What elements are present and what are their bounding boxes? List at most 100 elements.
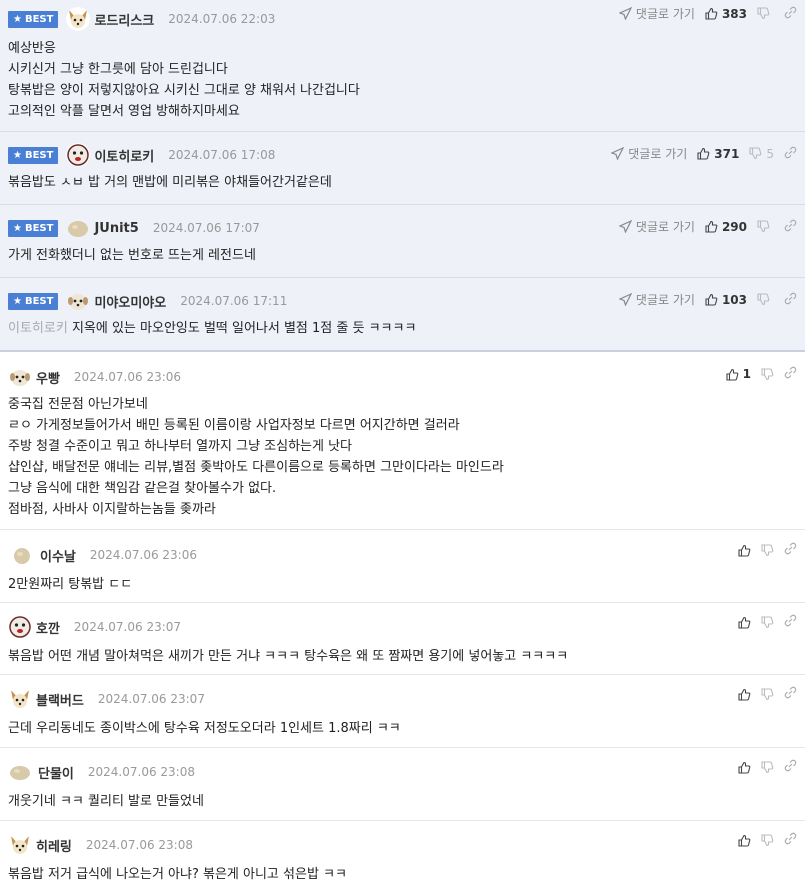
comment-actions: 댓글로 가기 290: [618, 218, 797, 235]
nickname[interactable]: 이수날: [40, 546, 76, 565]
like-button[interactable]: [738, 834, 751, 847]
comment-list: ★ BEST 로드리스크 2024.07.06 22:03 댓글로 가기 383 …: [0, 0, 805, 889]
nickname[interactable]: JUnit5: [94, 221, 138, 236]
avatar[interactable]: [8, 365, 32, 389]
thumbs-down-icon: [757, 220, 770, 233]
avatar[interactable]: [66, 216, 91, 240]
dislike-button[interactable]: [761, 615, 774, 629]
comment-actions: 댓글로 가기 371 5: [610, 145, 797, 162]
comment-actions: [738, 832, 797, 848]
avatar[interactable]: [66, 143, 91, 167]
dislike-button[interactable]: [757, 7, 774, 20]
dislike-button[interactable]: [757, 220, 774, 233]
best-comment: ★ BEST 로드리스크 2024.07.06 22:03 댓글로 가기 383 …: [0, 0, 805, 132]
like-count: 1: [742, 367, 751, 381]
nickname[interactable]: 히레링: [36, 836, 72, 855]
avatar[interactable]: [8, 760, 32, 784]
best-badge: ★ BEST: [8, 146, 59, 164]
thumbs-up-icon: [705, 7, 718, 20]
comment-text: 가게 전화했더니 없는 번호로 뜨는게 레전드네: [8, 248, 256, 263]
thumbs-down-icon: [761, 615, 774, 629]
dislike-button[interactable]: [761, 543, 774, 557]
go-to-reply-link[interactable]: 댓글로 가기: [618, 218, 695, 235]
send-icon: [618, 292, 633, 307]
send-icon: [610, 146, 625, 161]
like-button[interactable]: [738, 761, 751, 774]
best-badge: ★ BEST: [8, 219, 59, 237]
nickname[interactable]: 로드리스크: [94, 10, 154, 29]
comment-text: 근데 우리동네도 종이박스에 탕수육 저정도오더라 1인세트 1.8짜리 ㅋㅋ: [8, 721, 401, 736]
link-icon[interactable]: [784, 219, 797, 235]
like-button[interactable]: 371: [697, 147, 739, 161]
like-count: 371: [714, 146, 740, 161]
best-comment: ★ BEST 이토히로키 2024.07.06 17:08 댓글로 가기 371 …: [0, 132, 805, 205]
avatar[interactable]: [66, 7, 91, 31]
like-button[interactable]: [738, 688, 751, 701]
dislike-count: 5: [766, 146, 774, 161]
thumbs-down-icon: [761, 687, 774, 701]
comment-text: 볶음밥 어떤 개념 말아쳐먹은 새끼가 만든 거냐 ㅋㅋㅋ 탕수육은 왜 또 짬…: [8, 649, 569, 664]
avatar[interactable]: [8, 687, 32, 711]
dislike-button[interactable]: 5: [749, 147, 774, 161]
thumbs-up-icon: [705, 293, 718, 306]
link-icon[interactable]: [784, 759, 797, 775]
send-icon: [618, 219, 633, 234]
nickname[interactable]: 블랙버드: [36, 690, 84, 709]
nickname[interactable]: 단물이: [38, 763, 74, 782]
link-icon[interactable]: [784, 614, 797, 630]
nickname[interactable]: 우빵: [36, 368, 60, 387]
go-to-reply-link[interactable]: 댓글로 가기: [618, 291, 695, 308]
like-button[interactable]: 1: [726, 367, 751, 381]
avatar[interactable]: [8, 833, 32, 857]
link-icon[interactable]: [784, 6, 797, 22]
timestamp: 2024.07.06 23:06: [89, 548, 197, 562]
go-to-reply-link[interactable]: 댓글로 가기: [618, 5, 695, 22]
thumbs-up-icon: [738, 616, 751, 629]
nickname[interactable]: 호깐: [36, 618, 60, 637]
thumbs-up-icon: [697, 147, 710, 160]
dislike-button[interactable]: [761, 833, 774, 847]
like-button[interactable]: 290: [705, 220, 747, 234]
dislike-button[interactable]: [761, 687, 774, 701]
nickname[interactable]: 이토히로키: [94, 146, 154, 165]
mention-link[interactable]: 이토히로키: [8, 321, 68, 336]
link-icon[interactable]: [784, 542, 797, 558]
timestamp: 2024.07.06 17:11: [180, 294, 288, 308]
link-icon[interactable]: [784, 366, 797, 382]
link-icon[interactable]: [784, 832, 797, 848]
like-button[interactable]: 383: [705, 7, 747, 21]
dislike-button[interactable]: [761, 760, 774, 774]
timestamp: 2024.07.06 17:07: [152, 221, 260, 235]
comment: 우빵 2024.07.06 23:06 1 중국집 전문점 아닌가보네 ㄹㅇ 가…: [0, 352, 805, 530]
thumbs-up-icon: [738, 761, 751, 774]
timestamp: 2024.07.06 23:07: [97, 692, 205, 706]
dislike-button[interactable]: [761, 367, 774, 381]
dislike-button[interactable]: [757, 293, 774, 306]
thumbs-down-icon: [761, 833, 774, 847]
timestamp: 2024.07.06 22:03: [168, 12, 276, 26]
like-button[interactable]: [738, 544, 751, 557]
like-button[interactable]: 103: [705, 293, 747, 307]
nickname[interactable]: 미야오미야오: [94, 292, 166, 311]
comment-actions: [738, 614, 797, 630]
thumbs-down-icon: [749, 147, 762, 160]
avatar[interactable]: [66, 289, 91, 313]
link-icon[interactable]: [784, 146, 797, 162]
comment-actions: 댓글로 가기 383: [618, 5, 797, 22]
go-to-reply-link[interactable]: 댓글로 가기: [610, 145, 687, 162]
best-badge: ★ BEST: [8, 292, 59, 310]
avatar[interactable]: [10, 543, 30, 567]
link-icon[interactable]: [784, 686, 797, 702]
comment-text: 이토히로키 지옥에 있는 마오안잉도 벌떡 일어나서 별점 1점 줄 듯 ㅋㅋㅋ…: [8, 321, 417, 336]
thumbs-up-icon: [738, 688, 751, 701]
avatar[interactable]: [8, 615, 32, 639]
thumbs-down-icon: [757, 7, 770, 20]
best-comment: ★ BEST JUnit5 2024.07.06 17:07 댓글로 가기 290…: [0, 205, 805, 278]
timestamp: 2024.07.06 23:08: [87, 765, 195, 779]
thumbs-down-icon: [761, 543, 774, 557]
comment: 호깐 2024.07.06 23:07 볶음밥 어떤 개념 말아쳐먹은 새끼가 …: [0, 603, 805, 675]
like-button[interactable]: [738, 616, 751, 629]
link-icon[interactable]: [784, 292, 797, 308]
comment-text: 볶음밥 저거 급식에 나오는거 아냐? 볶은게 아니고 섞은밥 ㅋㅋ: [8, 867, 347, 882]
comment-actions: [738, 542, 797, 558]
